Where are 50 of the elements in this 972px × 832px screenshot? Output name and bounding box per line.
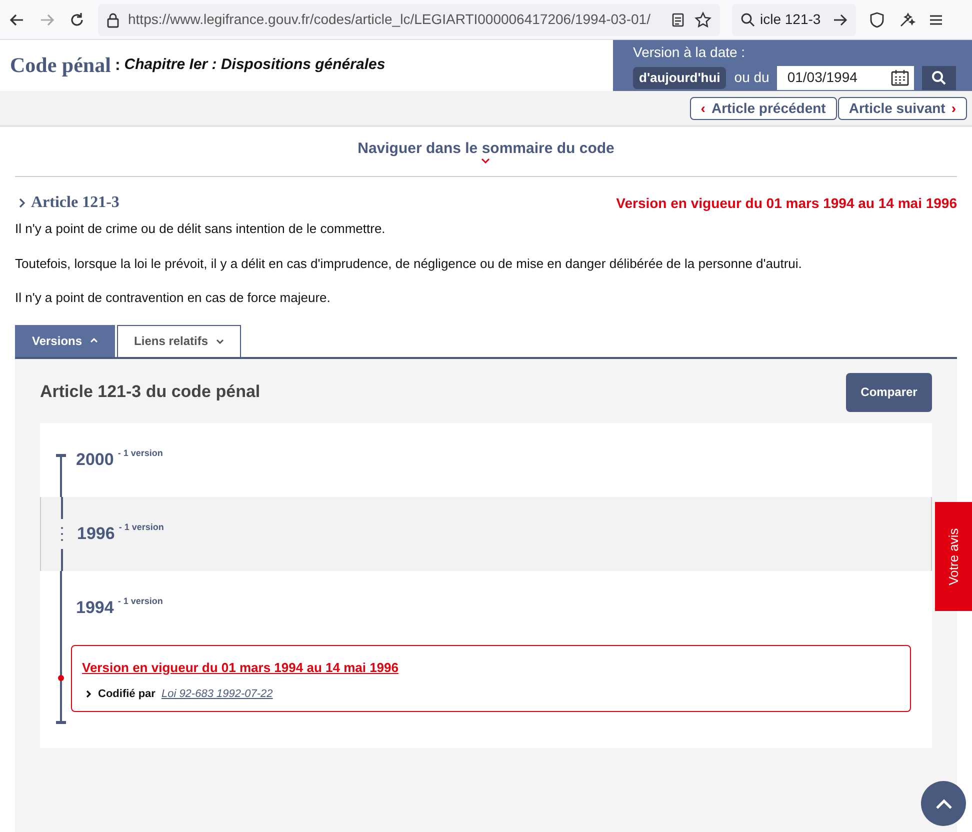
tab[interactable]: Liens relatifs [117,324,242,356]
year-row[interactable]: 1996 - 1 version [40,496,932,570]
source-label: Codifié par [98,687,156,702]
compare-button[interactable]: Comparer [846,372,932,412]
today-button[interactable]: d'aujourd'hui [633,66,726,88]
summary-link[interactable]: Naviguer dans le sommaire du code [358,140,614,164]
article-title[interactable]: Article 121-3 [31,191,120,215]
shield-icon[interactable] [868,10,886,28]
magic-wand-icon[interactable] [898,10,916,28]
chevron-down-icon [481,158,490,164]
title-separator: : [114,56,120,76]
or-label: ou du [734,68,770,87]
caret-up-icon [90,338,98,343]
reload-icon[interactable] [68,10,86,28]
version-link[interactable]: Version en vigueur du 01 mars 1994 au 14 mai 1996 [82,658,399,677]
search-field[interactable]: icle 121-3 [732,4,856,36]
search-icon[interactable] [740,12,756,28]
article-paragraph: Il n'y a point de crime ou de délit sans intention de le commettre. [15,220,386,238]
article-paragraph: Il n'y a point de contravention en cas de force majeure. [15,289,332,307]
previous-article-button[interactable]: ‹ Article précédent [690,96,837,120]
arrow-right-icon[interactable] [832,12,848,28]
version-count: - 1 version [118,594,163,608]
chevron-right-icon[interactable] [86,690,92,698]
year-label[interactable]: 1996 [77,520,115,546]
panel-title: Article 121-3 du code pénal [40,381,260,404]
version-count: - 1 version [118,520,164,534]
chapter-title: Chapitre Ier : Dispositions générales [124,55,386,76]
validity-text: Version en vigueur du 01 mars 1994 au 14 mai 1996 [616,194,957,213]
search-button[interactable] [922,66,956,90]
address-bar[interactable]: https://www.legifrance.gouv.fr/codes/article_lc/LEGIARTI000006417206/1994-03-01/ [98,4,720,36]
caret-down-icon [216,338,224,344]
chevron-up-icon [934,798,952,810]
version-count: - 1 version [118,446,163,460]
date-field[interactable]: 01/03/1994 [777,66,914,90]
reader-icon[interactable] [670,12,686,28]
code-title: Code pénal [10,52,111,79]
article-paragraph: Toutefois, lorsque la loi le prévoit, il y a délit en cas d'imprudence, de négligence ou de mise en danger délibérée de la personne d'autrui. [15,254,803,273]
year-label[interactable]: 1994 [76,594,114,620]
year-label[interactable]: 2000 [76,446,114,472]
star-icon[interactable] [694,10,712,28]
year-row[interactable]: 1994 - 1 version [40,570,932,644]
chevron-right-icon[interactable] [18,198,26,208]
next-article-button[interactable]: Article suivant › [838,96,967,120]
url-text: https://www.legifrance.gouv.fr/codes/article_lc/LEGIARTI000006417206/1994-03-01/ [128,10,652,29]
search-icon [931,70,948,86]
lock-icon[interactable] [106,12,120,28]
version-label: Version à la date : [633,42,746,62]
tab[interactable]: Versions [15,324,116,356]
source-link[interactable]: Loi 92-683 1992-07-22 [161,686,273,702]
feedback-tab[interactable]: Votre avis [935,502,972,611]
